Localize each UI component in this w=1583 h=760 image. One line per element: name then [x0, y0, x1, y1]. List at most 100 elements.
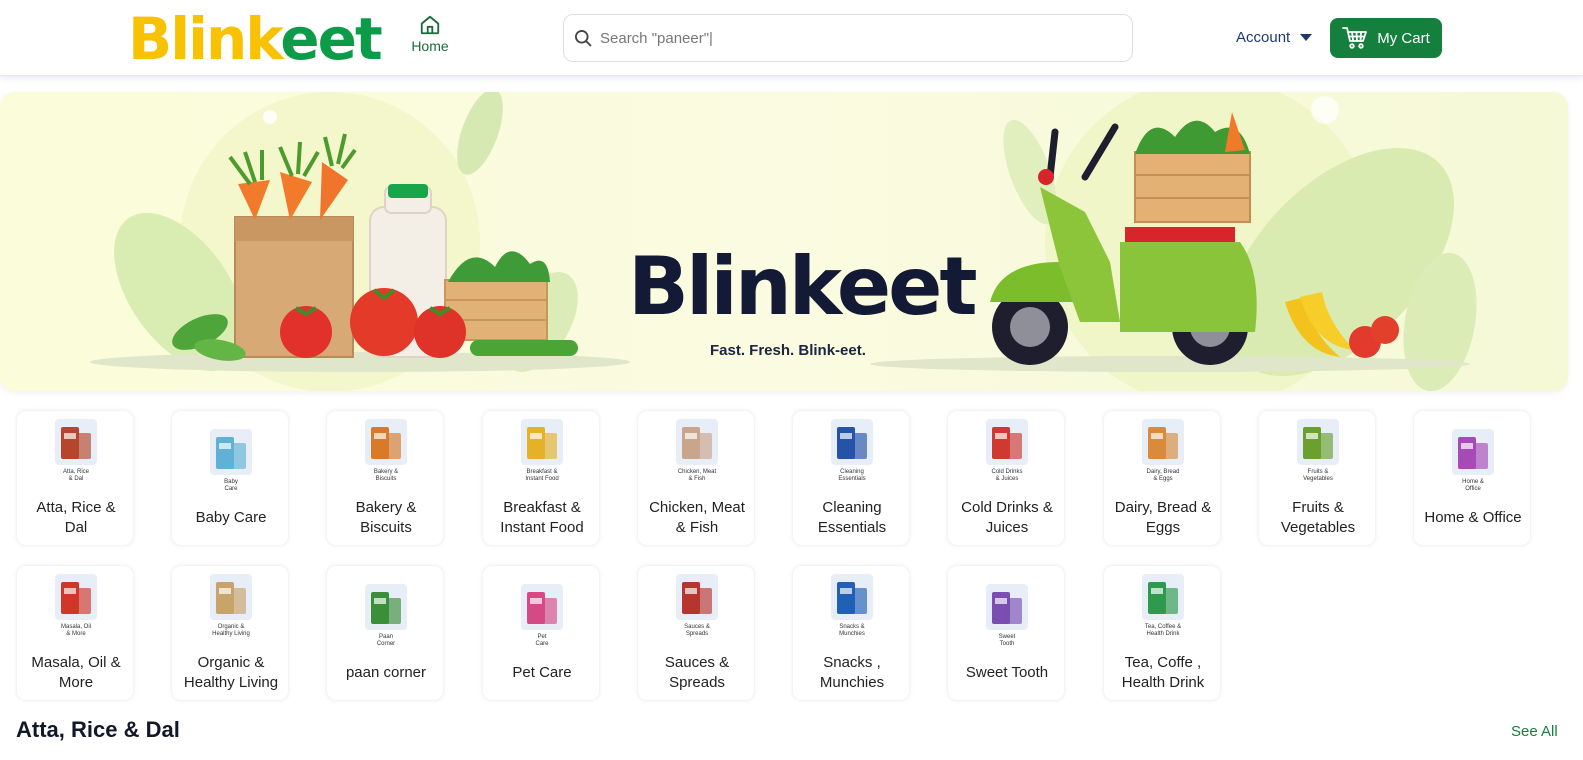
category-label: Pet Care: [512, 664, 572, 681]
caption-line: Home &: [1462, 479, 1484, 485]
my-cart-button[interactable]: My Cart: [1330, 18, 1442, 58]
category-label: Baby Care: [195, 509, 267, 526]
category-label: Snacks , Munchies: [819, 654, 885, 691]
caption-line: Snacks &: [839, 624, 865, 630]
caption-line: Essentials: [838, 476, 866, 482]
category-thumbnail: [55, 419, 97, 465]
logo-text-eet: eet: [280, 5, 382, 73]
see-all-link[interactable]: See All: [1511, 723, 1558, 740]
category-card[interactable]: Breakfast & Instant Food Breakfast & Insta…: [482, 410, 600, 546]
brand-logo[interactable]: Blinkeet: [128, 5, 383, 73]
category-thumbnail-caption: Cleaning Essentials: [793, 469, 911, 483]
category-thumbnail: [676, 574, 718, 620]
category-label: Breakfast & Instant Food: [500, 499, 584, 536]
caption-line: Healthy Living: [212, 631, 250, 637]
caption-line: Care: [224, 486, 238, 492]
category-label: Sweet Tooth: [965, 664, 1049, 681]
category-card[interactable]: Dairy, Bread & Eggs Dairy, Bread & Eggs: [1103, 410, 1221, 546]
home-nav-link[interactable]: Home: [410, 14, 450, 54]
caption-line: Care: [535, 641, 549, 647]
category-card[interactable]: Chicken, Meat & Fish Chicken, Meat & Fish: [637, 410, 755, 546]
caption-line: & More: [66, 631, 86, 637]
caption-line: Sauces &: [684, 624, 710, 630]
category-thumbnail: [986, 419, 1028, 465]
home-label: Home: [411, 38, 449, 54]
caret-down-icon: [1300, 34, 1313, 41]
search-input[interactable]: [600, 25, 1100, 51]
caption-line: Cold Drinks: [991, 469, 1023, 475]
caption-line: Paan: [378, 634, 393, 640]
category-card[interactable]: Fruits & Vegetables Fruits & Vegetables: [1258, 410, 1376, 546]
caption-line: Office: [1465, 486, 1481, 492]
category-thumbnail-caption: Pet Care: [483, 634, 601, 648]
category-card[interactable]: Masala, Oil & More Masala, Oil & More: [16, 565, 134, 701]
account-label: Account: [1236, 29, 1291, 46]
category-thumbnail-caption: Tea, Coffee & Health Drink: [1104, 624, 1222, 638]
category-thumbnail: [365, 584, 407, 630]
caption-line: & Eggs: [1153, 476, 1173, 482]
category-label: Masala, Oil & More: [31, 654, 121, 691]
category-thumbnail-caption: Baby Care: [172, 479, 290, 493]
caption-line: Health Drink: [1146, 631, 1180, 637]
search-icon: [575, 30, 592, 47]
category-label: Chicken, Meat & Fish: [649, 499, 745, 536]
category-label: Tea, Coffe , Health Drink: [1121, 654, 1205, 691]
category-thumbnail: [210, 429, 252, 475]
caption-line: Organic &: [217, 624, 245, 630]
category-card[interactable]: Sauces & Spreads Sauces & Spreads: [637, 565, 755, 701]
category-thumbnail: [365, 419, 407, 465]
category-thumbnail: [210, 574, 252, 620]
category-card[interactable]: Baby Care Baby Care: [171, 410, 289, 546]
category-thumbnail-caption: Dairy, Bread & Eggs: [1104, 469, 1222, 483]
category-label: Bakery & Biscuits: [355, 499, 417, 536]
search-bar[interactable]: [563, 14, 1133, 62]
top-header: Blinkeet Home Account My Cart: [0, 0, 1583, 76]
caption-line: & Juices: [995, 476, 1019, 482]
caption-line: Tooth: [999, 641, 1015, 647]
category-thumbnail: [676, 419, 718, 465]
category-thumbnail-caption: Organic & Healthy Living: [172, 624, 290, 638]
category-thumbnail-caption: Paan Corner: [327, 634, 445, 648]
caption-line: Biscuits: [375, 476, 397, 482]
category-label: Organic & Healthy Living: [183, 654, 279, 691]
category-card[interactable]: Snacks & Munchies Snacks , Munchies: [792, 565, 910, 701]
category-card[interactable]: Organic & Healthy Living Organic & Healthy…: [171, 565, 289, 701]
caption-line: Spreads: [685, 631, 709, 637]
caption-line: Chicken, Meat: [677, 469, 717, 475]
category-card[interactable]: Atta, Rice & Dal Atta, Rice & Dal: [16, 410, 134, 546]
category-thumbnail-caption: Snacks & Munchies: [793, 624, 911, 638]
caption-line: & Dal: [68, 476, 84, 482]
category-card[interactable]: Sweet Tooth Sweet Tooth: [947, 565, 1065, 701]
category-thumbnail: [986, 584, 1028, 630]
category-card[interactable]: Pet Care Pet Care: [482, 565, 600, 701]
caption-line: Pet: [537, 634, 547, 640]
category-card[interactable]: Bakery & Biscuits Bakery & Biscuits: [326, 410, 444, 546]
shopping-cart-icon: [1342, 27, 1368, 49]
category-thumbnail-caption: Breakfast & Instant Food: [483, 469, 601, 483]
category-card[interactable]: Cold Drinks & Juices Cold Drinks & Juices: [947, 410, 1065, 546]
category-thumbnail-caption: Sauces & Spreads: [638, 624, 756, 638]
category-label: Sauces & Spreads: [664, 654, 730, 691]
category-card[interactable]: Paan Corner paan corner: [326, 565, 444, 701]
category-label: Fruits & Vegetables: [1280, 499, 1356, 536]
category-label: Atta, Rice & Dal: [36, 499, 116, 536]
caption-line: & Fish: [688, 476, 706, 482]
logo-text-blink: Blink: [128, 5, 282, 73]
category-thumbnail: [1142, 419, 1184, 465]
account-dropdown[interactable]: Account: [1236, 29, 1313, 46]
home-icon: [420, 15, 440, 35]
section-title: Atta, Rice & Dal: [16, 717, 180, 742]
caption-line: Breakfast &: [526, 469, 558, 475]
hero-banner[interactable]: Blinkeet Fast. Fresh. Blink-eet.: [0, 92, 1568, 391]
caption-line: Cleaning: [840, 469, 864, 475]
caption-line: Tea, Coffee &: [1144, 624, 1182, 630]
caption-line: Dairy, Bread: [1146, 469, 1180, 475]
caption-line: Masala, Oil: [60, 624, 91, 630]
caption-line: Corner: [376, 641, 396, 647]
category-card[interactable]: Tea, Coffee & Health Drink Tea, Coffe , He…: [1103, 565, 1221, 701]
category-thumbnail: [1452, 429, 1494, 475]
category-thumbnail: [521, 584, 563, 630]
category-card[interactable]: Home & Office Home & Office: [1413, 410, 1531, 546]
banner-title: Blinkeet: [628, 240, 978, 333]
category-card[interactable]: Cleaning Essentials Cleaning Essentials: [792, 410, 910, 546]
